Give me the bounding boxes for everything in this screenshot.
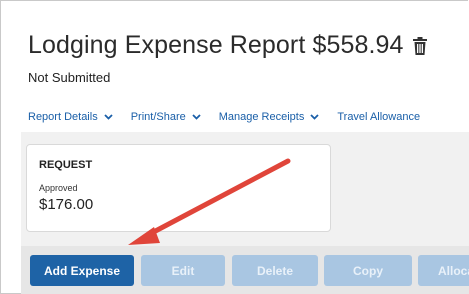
edit-button[interactable]: Edit: [141, 255, 225, 286]
report-title: Lodging Expense Report $558.94: [28, 30, 404, 59]
trash-icon[interactable]: [412, 37, 427, 55]
nav-label: Print/Share: [130, 111, 186, 123]
nav-print-share[interactable]: Print/Share: [131, 111, 201, 123]
report-status: Not Submitted: [28, 70, 111, 85]
copy-button[interactable]: Copy: [324, 255, 412, 286]
nav-label: Report Details: [28, 111, 98, 123]
request-amount: $176.00: [39, 196, 94, 213]
add-expense-button[interactable]: Add Expense: [30, 255, 134, 286]
chevron-down-icon: [104, 114, 113, 120]
request-status: Approved: [39, 183, 78, 193]
chevron-down-icon: [192, 114, 201, 120]
nav-manage-receipts[interactable]: Manage Receipts: [219, 111, 320, 123]
request-card[interactable]: REQUEST Approved $176.00: [26, 144, 331, 232]
report-nav: Report Details Print/Share Manage Receip…: [28, 111, 438, 123]
nav-label: Travel Allowance: [337, 111, 421, 123]
nav-report-details[interactable]: Report Details: [28, 111, 113, 123]
nav-label: Manage Receipts: [218, 111, 305, 123]
nav-travel-allowance[interactable]: Travel Allowance: [337, 111, 420, 123]
request-card-title: REQUEST: [39, 159, 93, 171]
allocate-button[interactable]: Alloca: [418, 255, 469, 286]
report-header: Lodging Expense Report $558.94: [28, 28, 427, 62]
delete-button[interactable]: Delete: [232, 255, 318, 286]
chevron-down-icon: [310, 114, 319, 120]
